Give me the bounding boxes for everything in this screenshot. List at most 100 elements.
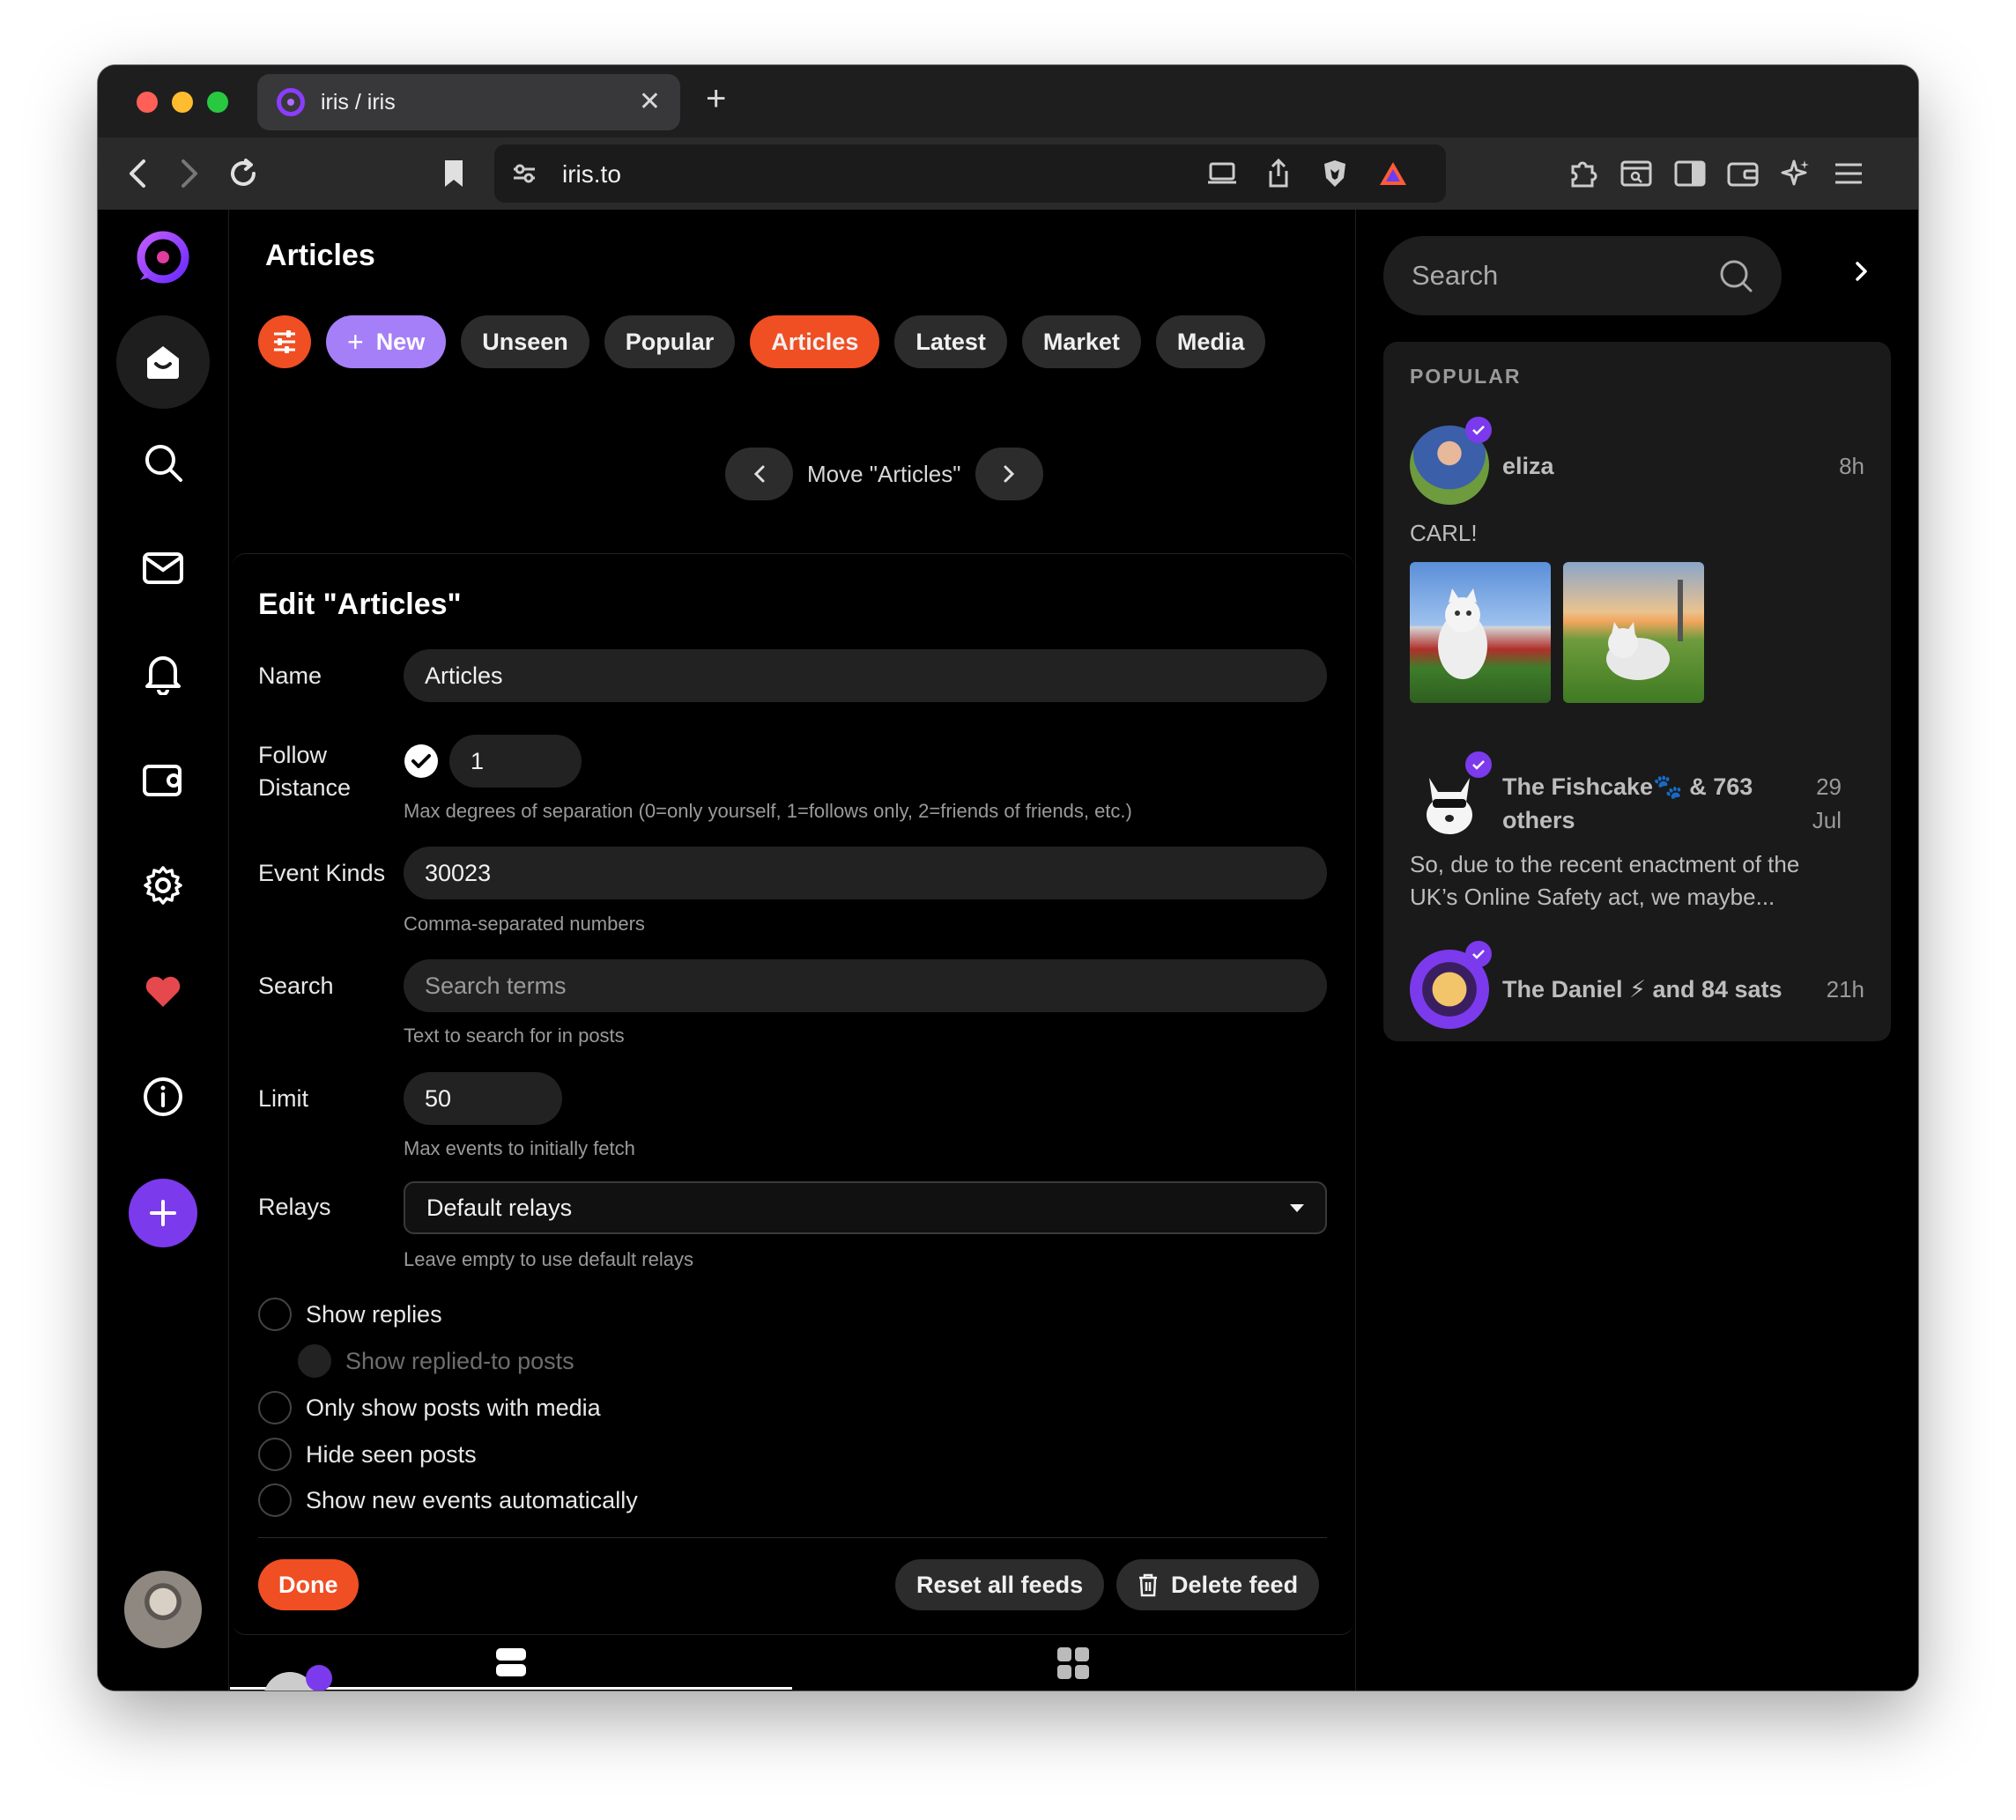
menu-icon[interactable]	[1831, 156, 1866, 191]
limit-label: Limit	[258, 1085, 309, 1112]
show-new-auto-checkbox[interactable]	[258, 1483, 292, 1517]
browser-tab[interactable]: iris / iris ✕	[257, 74, 680, 130]
grid-view-icon	[1057, 1647, 1089, 1679]
post-author[interactable]: eliza	[1502, 449, 1554, 483]
feed-pills: + New Unseen Popular Articles Latest Mar…	[258, 315, 1266, 368]
brave-shield-icon[interactable]	[1317, 156, 1353, 191]
check-icon	[411, 754, 431, 768]
follow-distance-input[interactable]	[449, 735, 582, 788]
sidebar-toggle-icon[interactable]	[1672, 156, 1708, 191]
new-tab-icon[interactable]: +	[706, 81, 726, 116]
verified-badge-icon	[1465, 417, 1492, 443]
search-icon[interactable]	[128, 427, 198, 498]
show-replies-option[interactable]: Show replies	[258, 1298, 442, 1331]
reload-icon[interactable]	[226, 156, 261, 191]
feed-pill-popular[interactable]: Popular	[604, 315, 736, 368]
post-image-2[interactable]	[1563, 562, 1704, 703]
post-author[interactable]: The Fishcake🐾 & 763	[1502, 770, 1753, 803]
post-author-continued[interactable]: others	[1502, 803, 1575, 837]
verified-badge-icon	[1465, 941, 1492, 967]
pill-label: New	[375, 328, 426, 355]
feed-pill-latest[interactable]: Latest	[894, 315, 1007, 368]
event-kinds-input[interactable]	[404, 847, 1327, 899]
show-replies-checkbox[interactable]	[258, 1298, 292, 1331]
reader-icon[interactable]	[1619, 156, 1654, 191]
post-time[interactable]: 21h	[1827, 973, 1864, 1006]
app-root: Articles + New Unseen Popular Articles L…	[98, 210, 1918, 1691]
feed-pill-media[interactable]: Media	[1155, 315, 1266, 368]
post-time[interactable]: 8h	[1839, 449, 1864, 483]
show-replied-to-option: Show replied-to posts	[298, 1344, 574, 1378]
notifications-icon[interactable]	[128, 639, 198, 709]
follow-distance-label-1: Follow	[258, 742, 328, 768]
delete-feed-button[interactable]: Delete feed	[1116, 1559, 1320, 1610]
cast-icon[interactable]	[1204, 156, 1240, 191]
zoom-window-button[interactable]	[207, 92, 228, 113]
hide-seen-checkbox[interactable]	[258, 1438, 292, 1471]
chevron-left-icon	[753, 465, 764, 483]
hide-seen-option[interactable]: Hide seen posts	[258, 1438, 477, 1471]
show-replied-to-checkbox	[298, 1344, 331, 1378]
name-input[interactable]	[404, 649, 1327, 702]
messages-icon[interactable]	[128, 533, 198, 603]
wallet-nav-icon[interactable]	[128, 744, 198, 815]
show-new-auto-option[interactable]: Show new events automatically	[258, 1483, 638, 1517]
forward-icon[interactable]	[172, 156, 207, 191]
only-media-checkbox[interactable]	[258, 1391, 292, 1424]
post-author[interactable]: The Daniel ⚡ and 84 sats	[1502, 973, 1783, 1006]
feed-pill-articles[interactable]: Articles	[750, 315, 880, 368]
popular-card: POPULAR eliza 8h CARL! The Fishcake🐾 & 7…	[1383, 342, 1891, 1041]
edit-feed-title: Edit "Articles"	[258, 588, 462, 621]
search-icon	[1720, 260, 1753, 292]
post-text-continued: UK’s Online Safety act, we maybe...	[1410, 884, 1775, 910]
collapse-sidebar-chevron-icon[interactable]	[1855, 261, 1869, 286]
bookmark-icon[interactable]	[436, 156, 471, 191]
relays-select[interactable]: Default relays	[404, 1181, 1327, 1234]
close-window-button[interactable]	[137, 92, 158, 113]
settings-icon[interactable]	[128, 850, 198, 921]
feed-pill-market[interactable]: Market	[1021, 315, 1141, 368]
left-nav	[98, 210, 229, 1691]
show-replies-label: Show replies	[306, 1300, 442, 1328]
only-media-option[interactable]: Only show posts with media	[258, 1391, 601, 1424]
wallet-icon[interactable]	[1725, 156, 1760, 191]
grid-view-tab[interactable]	[792, 1637, 1354, 1690]
heart-icon[interactable]	[128, 956, 198, 1026]
extensions-icon[interactable]	[1566, 156, 1601, 191]
post-image-1[interactable]	[1410, 562, 1551, 703]
url-text[interactable]: iris.to	[562, 160, 621, 189]
post-text: So, due to the recent enactment of the	[1410, 851, 1800, 877]
site-settings-icon[interactable]	[507, 156, 542, 191]
reset-all-feeds-button[interactable]: Reset all feeds	[895, 1559, 1105, 1610]
home-icon[interactable]	[116, 315, 210, 409]
post-time-day[interactable]: 29	[1789, 770, 1842, 803]
move-left-button[interactable]	[725, 448, 793, 500]
done-button[interactable]: Done	[258, 1559, 359, 1610]
brave-rewards-icon[interactable]	[1375, 156, 1411, 191]
move-right-button[interactable]	[975, 448, 1043, 500]
leo-ai-icon[interactable]	[1778, 156, 1813, 191]
iris-logo-icon[interactable]	[128, 222, 198, 292]
global-search-placeholder: Search	[1412, 260, 1499, 291]
info-icon[interactable]	[128, 1062, 198, 1132]
new-feed-button[interactable]: + New	[326, 315, 447, 368]
page-title: Articles	[265, 239, 375, 272]
search-terms-input[interactable]	[404, 959, 1327, 1012]
follow-distance-checkbox[interactable]	[404, 744, 438, 778]
address-bar[interactable]: iris.to	[494, 144, 1446, 203]
user-avatar[interactable]	[124, 1571, 202, 1648]
global-search-input[interactable]: Search	[1383, 236, 1782, 315]
trash-icon	[1139, 1573, 1157, 1597]
feed-pill-unseen[interactable]: Unseen	[461, 315, 589, 368]
share-icon[interactable]	[1261, 156, 1296, 191]
view-mode-tabs	[230, 1637, 1355, 1690]
new-post-button[interactable]	[129, 1179, 197, 1247]
only-media-label: Only show posts with media	[306, 1394, 601, 1421]
limit-input[interactable]	[404, 1072, 562, 1125]
feed-settings-button[interactable]	[258, 315, 311, 368]
delete-feed-label: Delete feed	[1171, 1571, 1299, 1598]
minimize-window-button[interactable]	[172, 92, 193, 113]
post-time-month[interactable]: Jul	[1789, 803, 1842, 837]
close-tab-icon[interactable]: ✕	[639, 89, 661, 115]
back-icon[interactable]	[120, 156, 155, 191]
